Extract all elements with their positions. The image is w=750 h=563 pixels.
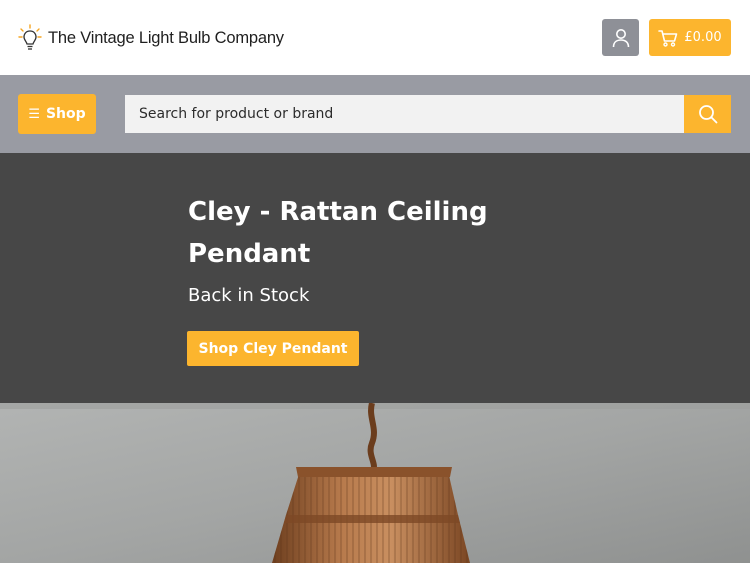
search-input[interactable] bbox=[125, 95, 685, 133]
site-logo[interactable]: The Vintage Light Bulb Company bbox=[18, 22, 284, 54]
cart-icon bbox=[658, 29, 678, 47]
search-bar: ☰ Shop bbox=[0, 75, 750, 153]
cart-button[interactable]: £0.00 bbox=[649, 19, 731, 56]
shop-label: Shop bbox=[45, 106, 86, 122]
site-header: The Vintage Light Bulb Company £0.00 bbox=[0, 0, 750, 75]
account-button[interactable] bbox=[602, 19, 639, 56]
cart-total: £0.00 bbox=[684, 30, 722, 45]
shop-cley-pendant-button[interactable]: Shop Cley Pendant bbox=[187, 331, 359, 366]
hero-subtitle: Back in Stock bbox=[188, 285, 310, 306]
hero-banner: Cley - Rattan Ceiling Pendant Back in St… bbox=[0, 153, 750, 403]
search-button[interactable] bbox=[684, 95, 731, 133]
search-icon bbox=[698, 105, 717, 124]
hero-title: Cley - Rattan Ceiling Pendant bbox=[188, 197, 488, 269]
hamburger-icon: ☰ bbox=[28, 106, 40, 122]
user-icon bbox=[612, 28, 629, 47]
logo-text: The Vintage Light Bulb Company bbox=[48, 28, 284, 47]
lightbulb-icon bbox=[18, 24, 42, 50]
product-photo[interactable] bbox=[0, 403, 750, 563]
shop-menu-button[interactable]: ☰ Shop bbox=[18, 94, 96, 134]
rattan-pendant-image bbox=[0, 403, 750, 563]
